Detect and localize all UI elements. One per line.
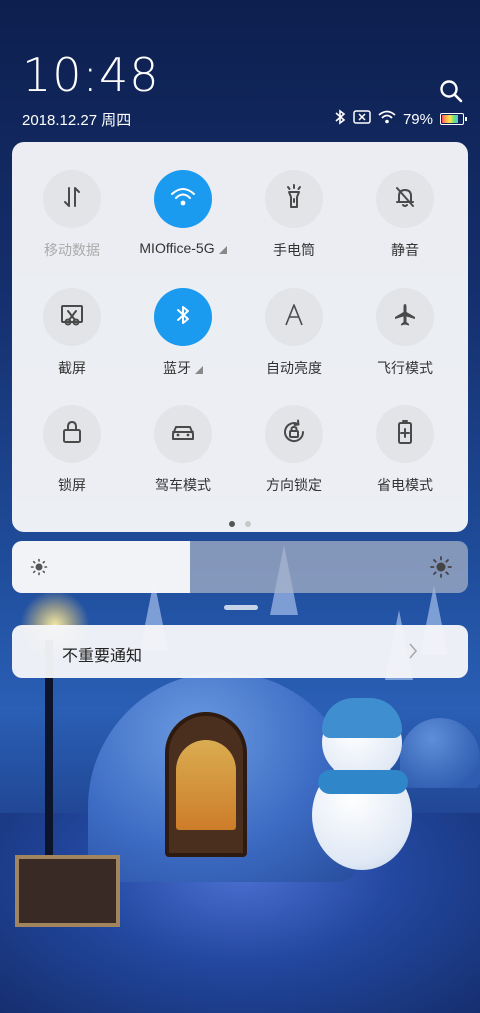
wallpaper-snowman-body (312, 760, 412, 870)
tile-label-text: 截屏 (58, 360, 86, 376)
wallpaper-sign (15, 855, 120, 927)
tile-rotation-lock[interactable]: 方向锁定 (237, 405, 351, 495)
tile-label-text: 蓝牙 (163, 360, 191, 376)
battery-icon (440, 113, 467, 125)
battery-saver-icon (394, 419, 416, 450)
tile-label-text: MIOffice-5G (139, 240, 215, 256)
tile-label: 蓝牙 (163, 358, 203, 378)
tile-label: 截屏 (58, 358, 86, 378)
wallpaper-snowman-head (322, 705, 402, 780)
screenshot-icon (59, 303, 85, 332)
auto-brightness-icon (282, 302, 306, 333)
tile-mobile-data[interactable]: 移动数据 (15, 170, 129, 260)
tile-label: 锁屏 (58, 475, 86, 495)
bluetooth-icon (174, 303, 192, 332)
no-sim-icon (353, 110, 371, 128)
chevron-right-icon (408, 643, 418, 664)
wallpaper-igloo (88, 672, 358, 882)
tile-airplane[interactable]: 飞行模式 (348, 288, 462, 378)
tile-auto-brightness[interactable]: 自动亮度 (237, 288, 351, 378)
brightness-high-icon (430, 556, 452, 583)
status-icons: 79% (334, 108, 467, 130)
tile-label-text: 自动亮度 (266, 360, 322, 376)
tile-label: 驾车模式 (155, 475, 211, 495)
tile-toggle-button[interactable] (43, 405, 101, 463)
tile-car[interactable]: 驾车模式 (126, 405, 240, 495)
brightness-slider[interactable] (12, 541, 468, 593)
tile-toggle-button[interactable] (265, 288, 323, 346)
rotation-lock-icon (281, 419, 307, 450)
tile-label: 省电模式 (377, 475, 433, 495)
tile-label-text: 省电模式 (377, 477, 433, 493)
wallpaper-small-igloo (400, 718, 480, 788)
tile-label-text: 方向锁定 (266, 477, 322, 493)
tile-bell-off[interactable]: 静音 (348, 170, 462, 260)
drag-handle[interactable] (224, 605, 258, 610)
tile-label: 静音 (391, 240, 419, 260)
tile-label-text: 驾车模式 (155, 477, 211, 493)
notification-unimportant[interactable]: 不重要通知 (12, 625, 468, 678)
wallpaper-igloo-door (165, 712, 247, 857)
battery-level (442, 115, 458, 123)
wallpaper-door-window (176, 740, 236, 830)
expand-caret-icon[interactable] (218, 246, 227, 254)
mobile-data-icon (60, 185, 84, 214)
tile-toggle-button[interactable] (43, 170, 101, 228)
tile-label-text: 锁屏 (58, 477, 86, 493)
car-icon (169, 420, 197, 449)
tile-toggle-button[interactable] (154, 170, 212, 228)
tile-toggle-button[interactable] (265, 170, 323, 228)
airplane-icon (392, 302, 418, 333)
tile-lock[interactable]: 锁屏 (15, 405, 129, 495)
bluetooth-status-icon (334, 109, 346, 129)
tile-label: 飞行模式 (377, 358, 433, 378)
tile-flashlight[interactable]: 手电筒 (237, 170, 351, 260)
wallpaper-snowman-hat (322, 698, 402, 738)
notification-label: 不重要通知 (62, 648, 143, 665)
wallpaper-snowman-scarf (318, 770, 408, 794)
search-icon[interactable] (438, 78, 464, 104)
page-dot-2 (245, 521, 251, 527)
wallpaper-snow (0, 813, 480, 1013)
tile-label: 自动亮度 (266, 358, 322, 378)
page-dot-1 (229, 521, 235, 527)
tile-battery-saver[interactable]: 省电模式 (348, 405, 462, 495)
tile-label-text: 静音 (391, 242, 419, 258)
tile-label-text: 手电筒 (273, 242, 315, 258)
tile-label: 手电筒 (273, 240, 315, 260)
tile-wifi[interactable]: MIOffice-5G (126, 170, 240, 258)
bell-off-icon (393, 185, 417, 214)
tile-bluetooth[interactable]: 蓝牙 (126, 288, 240, 378)
tile-toggle-button[interactable] (376, 405, 434, 463)
expand-caret-icon[interactable] (195, 366, 203, 374)
tile-toggle-button[interactable] (376, 288, 434, 346)
clock[interactable]: 10:48 (22, 48, 160, 102)
tile-label: MIOffice-5G (139, 240, 227, 256)
quick-settings-panel: 移动数据 MIOffice-5G 手电筒 静音截屏 蓝牙 自动亮度 飞行模式锁屏 驾车模式 方向… (12, 142, 468, 532)
wifi-icon (170, 186, 196, 213)
tile-label: 移动数据 (44, 240, 100, 260)
tile-toggle-button[interactable] (43, 288, 101, 346)
tile-toggle-button[interactable] (154, 288, 212, 346)
tile-label: 方向锁定 (266, 475, 322, 495)
brightness-low-icon (30, 558, 48, 581)
tile-toggle-button[interactable] (154, 405, 212, 463)
page-indicator (12, 521, 468, 527)
tile-label-text: 飞行模式 (377, 360, 433, 376)
wifi-status-icon (378, 110, 396, 128)
lock-icon (60, 419, 84, 450)
battery-percent: 79% (402, 110, 433, 128)
flashlight-icon (282, 183, 306, 215)
tile-toggle-button[interactable] (265, 405, 323, 463)
date[interactable]: 2018.12.27 周四 (22, 109, 131, 130)
tile-screenshot[interactable]: 截屏 (15, 288, 129, 378)
tile-toggle-button[interactable] (376, 170, 434, 228)
tile-label-text: 移动数据 (44, 242, 100, 258)
